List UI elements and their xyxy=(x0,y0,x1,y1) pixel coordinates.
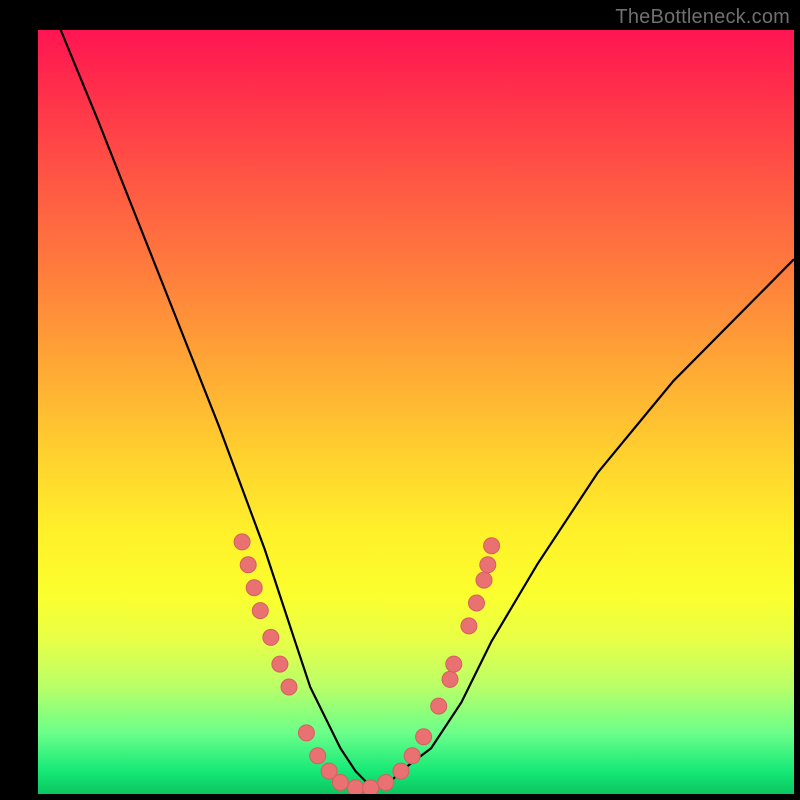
data-marker xyxy=(298,725,314,741)
data-marker xyxy=(416,729,432,745)
bottleneck-curve xyxy=(61,30,794,786)
data-marker xyxy=(263,629,279,645)
data-marker xyxy=(461,618,477,634)
data-marker xyxy=(393,763,409,779)
data-marker xyxy=(363,780,379,794)
data-marker xyxy=(240,557,256,573)
data-marker xyxy=(246,580,262,596)
data-marker xyxy=(378,775,394,791)
data-marker xyxy=(431,698,447,714)
chart-svg xyxy=(38,30,794,794)
data-marker xyxy=(469,595,485,611)
data-marker xyxy=(480,557,496,573)
data-marker xyxy=(476,572,492,588)
watermark-text: TheBottleneck.com xyxy=(615,6,790,29)
chart-frame: TheBottleneck.com xyxy=(0,0,800,800)
data-marker xyxy=(332,775,348,791)
data-marker xyxy=(484,538,500,554)
data-marker xyxy=(310,748,326,764)
plot-area xyxy=(38,30,794,794)
data-marker xyxy=(442,671,458,687)
data-marker xyxy=(252,603,268,619)
data-marker xyxy=(348,780,364,794)
data-marker xyxy=(272,656,288,672)
data-marker xyxy=(234,534,250,550)
data-marker xyxy=(446,656,462,672)
data-marker xyxy=(281,679,297,695)
data-marker xyxy=(404,748,420,764)
marker-group xyxy=(234,534,500,794)
